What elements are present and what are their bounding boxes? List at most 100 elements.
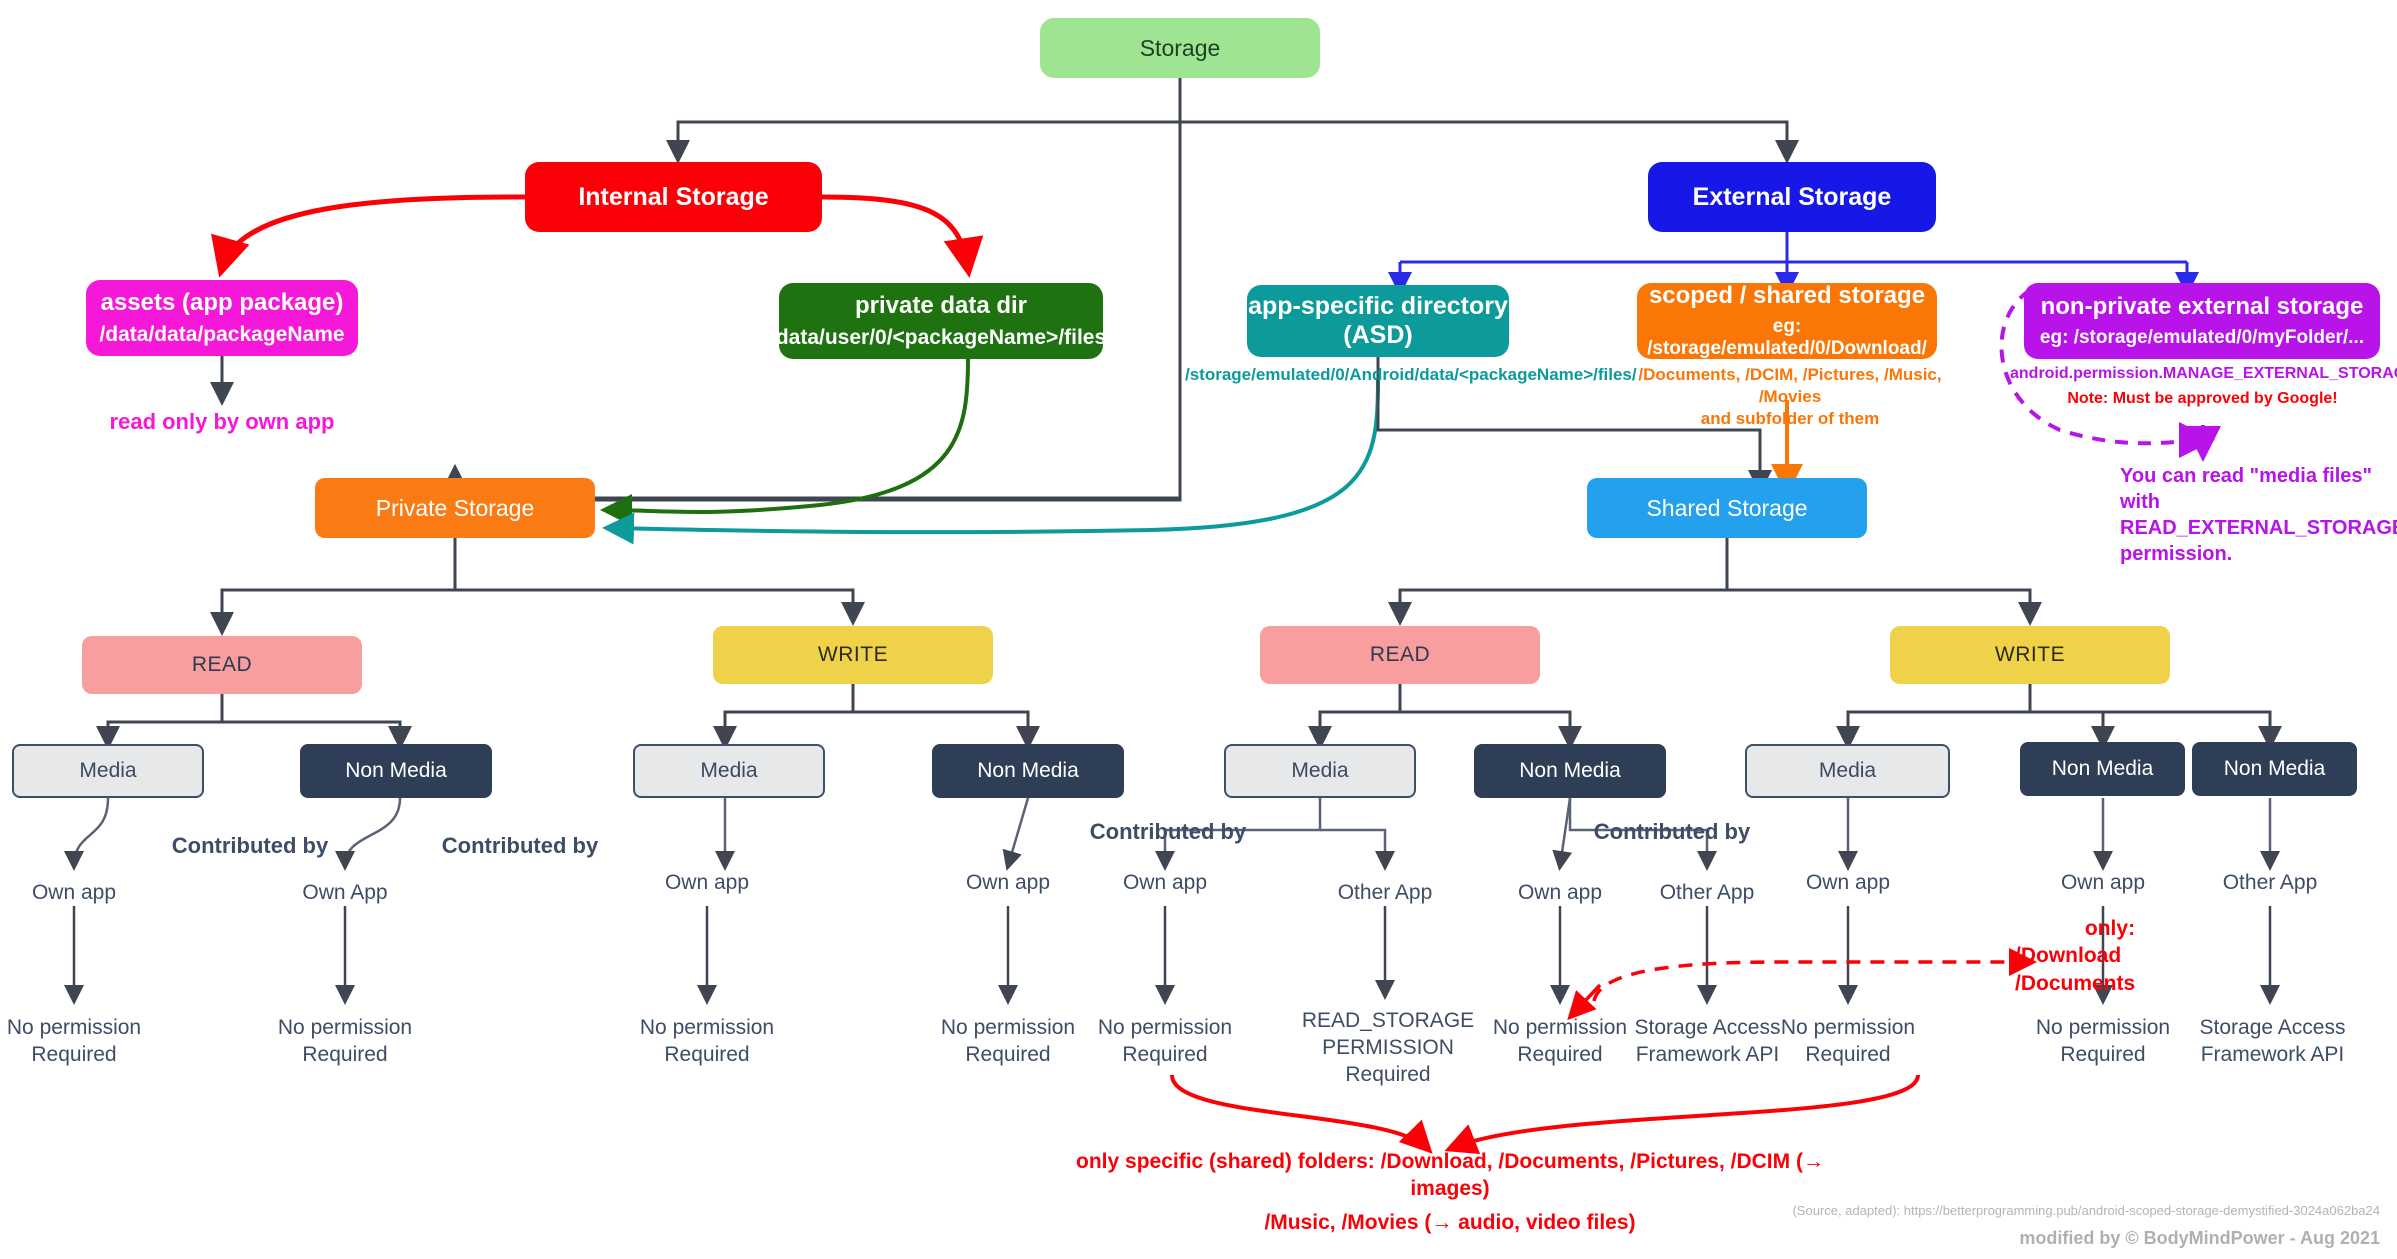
outcome-line2: Required [1805,1042,1891,1066]
contributed-by-label: Contributed by [1053,818,1283,846]
modified-credit-text: modified by © BodyMindPower - Aug 2021 [2019,1228,2380,1248]
node-asd-title2: (ASD) [1343,321,1413,349]
node-private-data-dir-path: /data/user/0/<packageName>/files/ [769,325,1113,349]
outcome-line2: Required [1517,1042,1603,1066]
node-storage[interactable]: Storage [1040,18,1320,78]
modified-credit: modified by © BodyMindPower - Aug 2021 [1400,1228,2380,1249]
node-nonmedia-shared-read[interactable]: Non Media [1474,744,1666,798]
outcome-no-permission: No permission Required [928,1015,1088,1069]
contributor-own-app: Own app [1768,870,1928,897]
purple-media-note-line1: You can read "media files" with [2120,465,2373,513]
node-nonmedia-private-write[interactable]: Non Media [932,744,1124,798]
outcome-line1: No permission [277,1016,413,1039]
contributor-text: Own app [1517,881,1603,904]
node-internal-storage[interactable]: Internal Storage [525,162,822,232]
node-nonmedia-private-read[interactable]: Non Media [300,744,492,798]
node-app-specific-directory[interactable]: app-specific directory (ASD) [1247,285,1509,357]
node-write-private[interactable]: WRITE [713,626,993,684]
node-read-private-label: READ [191,652,253,676]
outcome-line2: Required [664,1042,750,1066]
only-download-documents-note: only: /Download /Documents [2015,915,2205,997]
scoped-caption: /Documents, /DCIM, /Pictures, /Music, /M… [1630,364,1950,430]
contributed-by-label: Contributed by [135,832,365,860]
node-nonmedia-shared-write-other[interactable]: Non Media [2192,742,2357,796]
node-media-private-write[interactable]: Media [633,744,825,798]
contributor-text: Own app [1122,871,1208,894]
outcome-line1: No permission [6,1016,142,1039]
only-note-line3: /Documents [2015,971,2136,995]
contributed-by-text: Contributed by [441,833,599,858]
only-note-line1: only: [2084,917,2136,940]
outcome-line2: Required [2060,1042,2146,1066]
node-external-storage-label: External Storage [1692,182,1892,211]
node-scoped-path: eg: /storage/emulated/0/Download/ [1647,315,1927,359]
outcome-read-storage-permission: READ_STORAGE PERMISSION Required [1288,1008,1488,1089]
outcome-storage-access-framework: Storage Access Framework API [2185,1015,2360,1069]
nonmedia-label: Non Media [2051,756,2154,780]
shared-folders-note: only specific (shared) folders: /Downloa… [1050,1148,1850,1236]
contributor-own-app: Own app [928,870,1088,897]
source-credit: (Source, adapted): https://betterprogram… [1400,1203,2380,1218]
node-private-storage[interactable]: Private Storage [315,478,595,538]
node-scoped-title: scoped / shared storage [1648,282,1926,310]
contributor-text: Other App [2222,871,2318,894]
nonprivate-google-note: Note: Must be approved by Google! [2067,389,2338,407]
outcome-no-permission: No permission Required [1768,1015,1928,1069]
nonmedia-label: Non Media [345,758,447,782]
diagram-canvas: Storage Internal Storage External Storag… [0,0,2397,1259]
node-assets[interactable]: assets (app package) /data/data/packageN… [86,280,358,356]
node-external-storage[interactable]: External Storage [1648,162,1936,232]
outcome-no-permission: No permission Required [265,1015,425,1069]
node-read-private[interactable]: READ [82,636,362,694]
node-write-private-label: WRITE [817,642,889,666]
assets-note-text: read only by own app [109,409,335,434]
node-shared-storage-label: Shared Storage [1646,494,1808,521]
node-private-data-dir-title: private data dir [854,292,1028,320]
node-scoped-shared-storage[interactable]: scoped / shared storage eg: /storage/emu… [1637,282,1937,359]
outcome-no-permission: No permission Required [0,1015,154,1069]
outcome-line1: No permission [1492,1016,1628,1039]
outcome-no-permission: No permission Required [2023,1015,2183,1069]
node-private-data-dir[interactable]: private data dir /data/user/0/<packageNa… [770,283,1112,359]
media-label: Media [79,758,137,782]
node-asd-title: app-specific directory [1248,292,1508,321]
asd-caption: /storage/emulated/0/Android/data/<packag… [1185,364,1637,386]
contributor-other-app: Other App [1305,880,1465,907]
node-nonmedia-shared-write-own[interactable]: Non Media [2020,742,2185,796]
contributor-own-app: Own app [1085,870,1245,897]
node-write-shared[interactable]: WRITE [1890,626,2170,684]
contributor-own-app: Own app [627,870,787,897]
contributed-by-label: Contributed by [1557,818,1787,846]
contributor-text: Other App [1337,881,1433,904]
node-internal-storage-label: Internal Storage [578,182,769,211]
outcome-line1: No permission [940,1016,1076,1039]
nonmedia-label: Non Media [1519,758,1621,782]
node-read-shared[interactable]: READ [1260,626,1540,684]
media-label: Media [700,758,758,782]
contributed-by-label: Contributed by [405,832,635,860]
node-non-private-external-storage[interactable]: non-private external storage eg: /storag… [2024,283,2380,359]
node-media-shared-write[interactable]: Media [1745,744,1950,798]
outcome-line1: No permission [2035,1016,2171,1039]
purple-media-note-line3: permission. [2120,543,2233,565]
contributor-text: Own App [302,881,388,904]
contributor-other-app: Other App [2190,870,2350,897]
contributor-own-app: Own App [265,880,425,907]
outcome-line3: Required [1345,1062,1431,1086]
contributed-by-text: Contributed by [1089,819,1247,844]
outcome-no-permission: No permission Required [1085,1015,1245,1069]
node-storage-label: Storage [1139,34,1221,61]
only-note-line2: /Download [2015,944,2122,968]
outcome-line2: PERMISSION [1322,1035,1454,1059]
node-shared-storage[interactable]: Shared Storage [1587,478,1867,538]
contributor-text: Own app [965,871,1051,894]
contributed-by-text: Contributed by [171,833,329,858]
outcome-line2: Required [302,1042,388,1066]
scoped-caption-line2: and subfolder of them [1700,409,1880,429]
media-label: Media [1291,758,1349,782]
nonmedia-label: Non Media [977,758,1079,782]
node-media-shared-read[interactable]: Media [1224,744,1416,798]
node-assets-path: /data/data/packageName [99,322,345,346]
media-label: Media [1818,758,1877,782]
node-media-private-read[interactable]: Media [12,744,204,798]
